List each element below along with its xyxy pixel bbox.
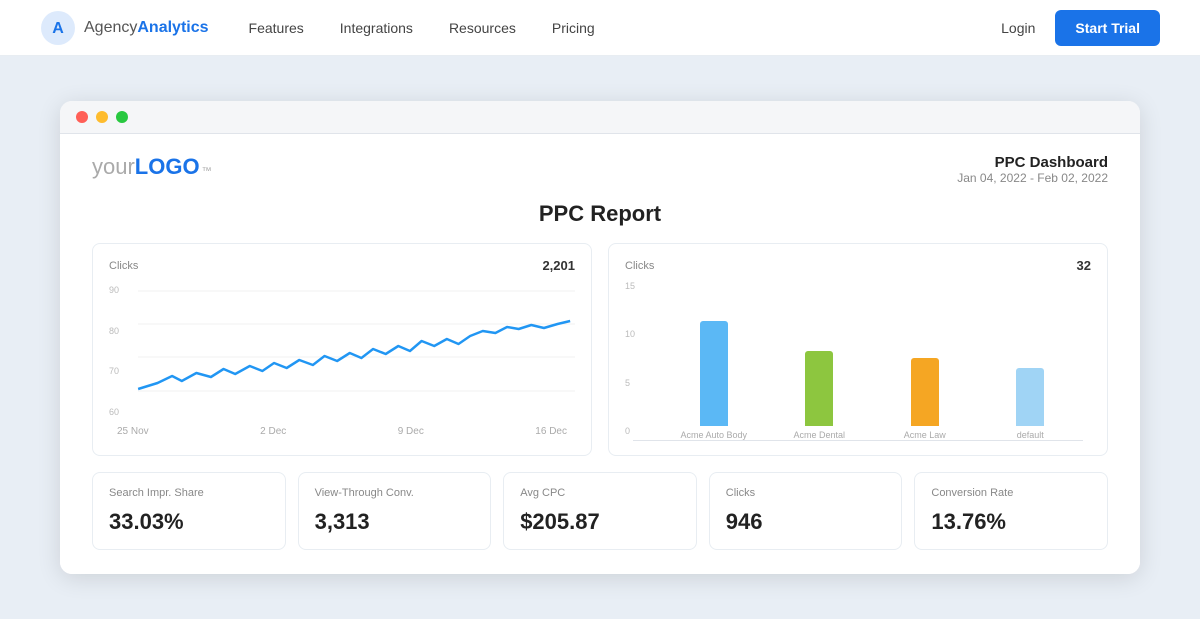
stat-card-avg-cpc: Avg CPC $205.87: [503, 472, 697, 550]
nav-links: Features Integrations Resources Pricing: [249, 20, 1002, 36]
bar-y-label-10: 10: [625, 329, 635, 339]
stat-name-view-through: View-Through Conv.: [315, 487, 475, 499]
line-chart-value: 2,201: [542, 258, 575, 273]
nav-link-features[interactable]: Features: [249, 20, 304, 36]
stat-card-view-through: View-Through Conv. 3,313: [298, 472, 492, 550]
line-chart-label: Clicks: [109, 260, 138, 272]
browser-dot-close[interactable]: [76, 111, 88, 123]
bar-chart-label: Clicks: [625, 260, 654, 272]
nav-link-pricing[interactable]: Pricing: [552, 20, 595, 36]
main-wrapper: your LOGO ™ PPC Dashboard Jan 04, 2022 -…: [0, 56, 1200, 619]
stats-row: Search Impr. Share 33.03% View-Through C…: [92, 472, 1108, 550]
y-label-60: 60: [109, 407, 119, 417]
line-chart-card: Clicks 2,201 90 80 70 60: [92, 243, 592, 456]
line-chart-y-labels: 90 80 70 60: [109, 281, 119, 421]
nav-actions: Login Start Trial: [1001, 10, 1160, 46]
logo-text: AgencyAnalytics: [84, 19, 209, 37]
nav-link-integrations[interactable]: Integrations: [340, 20, 413, 36]
browser-dot-minimize[interactable]: [96, 111, 108, 123]
stat-name-conversion-rate: Conversion Rate: [931, 487, 1091, 499]
y-label-80: 80: [109, 326, 119, 336]
bar-group-default: default: [986, 368, 1076, 440]
bar-group-acme-auto: Acme Auto Body: [669, 321, 759, 440]
bar-acme-law: [911, 358, 939, 426]
x-label-9dec: 9 Dec: [398, 426, 424, 437]
browser-dot-maximize[interactable]: [116, 111, 128, 123]
stat-name-search-impr: Search Impr. Share: [109, 487, 269, 499]
stat-value-view-through: 3,313: [315, 509, 475, 535]
stat-value-clicks: 946: [726, 509, 886, 535]
stat-card-conversion-rate: Conversion Rate 13.76%: [914, 472, 1108, 550]
bar-chart-xaxis: [633, 440, 1083, 441]
stat-name-clicks: Clicks: [726, 487, 886, 499]
report-content: your LOGO ™ PPC Dashboard Jan 04, 2022 -…: [60, 134, 1140, 574]
bar-chart-area: 15 10 5 0 Acme Auto Body: [625, 281, 1091, 441]
line-chart-header: Clicks 2,201: [109, 258, 575, 273]
login-link[interactable]: Login: [1001, 20, 1035, 36]
bar-label-acme-law: Acme Law: [904, 430, 946, 440]
y-label-70: 70: [109, 366, 119, 376]
bar-acme-dental: [805, 351, 833, 426]
bar-label-acme-dental: Acme Dental: [793, 430, 845, 440]
bar-label-default: default: [1017, 430, 1044, 440]
browser-mockup: your LOGO ™ PPC Dashboard Jan 04, 2022 -…: [60, 101, 1140, 574]
bar-default: [1016, 368, 1044, 426]
line-chart-xaxis: 25 Nov 2 Dec 9 Dec 16 Dec: [109, 426, 575, 437]
browser-bar: [60, 101, 1140, 134]
x-label-2dec: 2 Dec: [260, 426, 286, 437]
start-trial-button[interactable]: Start Trial: [1055, 10, 1160, 46]
stat-card-clicks: Clicks 946: [709, 472, 903, 550]
report-header: your LOGO ™ PPC Dashboard Jan 04, 2022 -…: [92, 154, 1108, 185]
bar-chart-value: 32: [1077, 258, 1091, 273]
charts-row: Clicks 2,201 90 80 70 60: [92, 243, 1108, 456]
line-chart-area: 90 80 70 60: [109, 281, 575, 441]
report-title-area: PPC Dashboard Jan 04, 2022 - Feb 02, 202…: [957, 154, 1108, 185]
stat-value-search-impr: 33.03%: [109, 509, 269, 535]
bar-group-acme-law: Acme Law: [880, 358, 970, 440]
stat-value-avg-cpc: $205.87: [520, 509, 680, 535]
bar-y-label-15: 15: [625, 281, 635, 291]
logo-brand-text: LOGO: [135, 154, 200, 180]
bar-chart-card: Clicks 32 15 10 5 0: [608, 243, 1108, 456]
line-chart-svg: [109, 281, 575, 421]
logo-tm: ™: [202, 166, 212, 177]
bar-y-label-0: 0: [625, 426, 635, 436]
x-label-16dec: 16 Dec: [535, 426, 567, 437]
navbar: A AgencyAnalytics Features Integrations …: [0, 0, 1200, 56]
svg-text:A: A: [52, 20, 64, 37]
stat-card-search-impr: Search Impr. Share 33.03%: [92, 472, 286, 550]
report-main-title: PPC Report: [92, 201, 1108, 227]
logo-your-text: your: [92, 154, 135, 180]
bar-chart-header: Clicks 32: [625, 258, 1091, 273]
bar-group-acme-dental: Acme Dental: [775, 351, 865, 440]
x-label-25nov: 25 Nov: [117, 426, 149, 437]
client-logo: your LOGO ™: [92, 154, 212, 180]
logo[interactable]: A AgencyAnalytics: [40, 10, 209, 46]
stat-name-avg-cpc: Avg CPC: [520, 487, 680, 499]
bar-y-label-5: 5: [625, 378, 635, 388]
bar-label-acme-auto: Acme Auto Body: [680, 430, 747, 440]
date-range: Jan 04, 2022 - Feb 02, 2022: [957, 171, 1108, 185]
agency-analytics-logo-icon: A: [40, 10, 76, 46]
stat-value-conversion-rate: 13.76%: [931, 509, 1091, 535]
dashboard-label: PPC Dashboard: [957, 154, 1108, 171]
bar-acme-auto: [700, 321, 728, 426]
nav-link-resources[interactable]: Resources: [449, 20, 516, 36]
y-label-90: 90: [109, 285, 119, 295]
